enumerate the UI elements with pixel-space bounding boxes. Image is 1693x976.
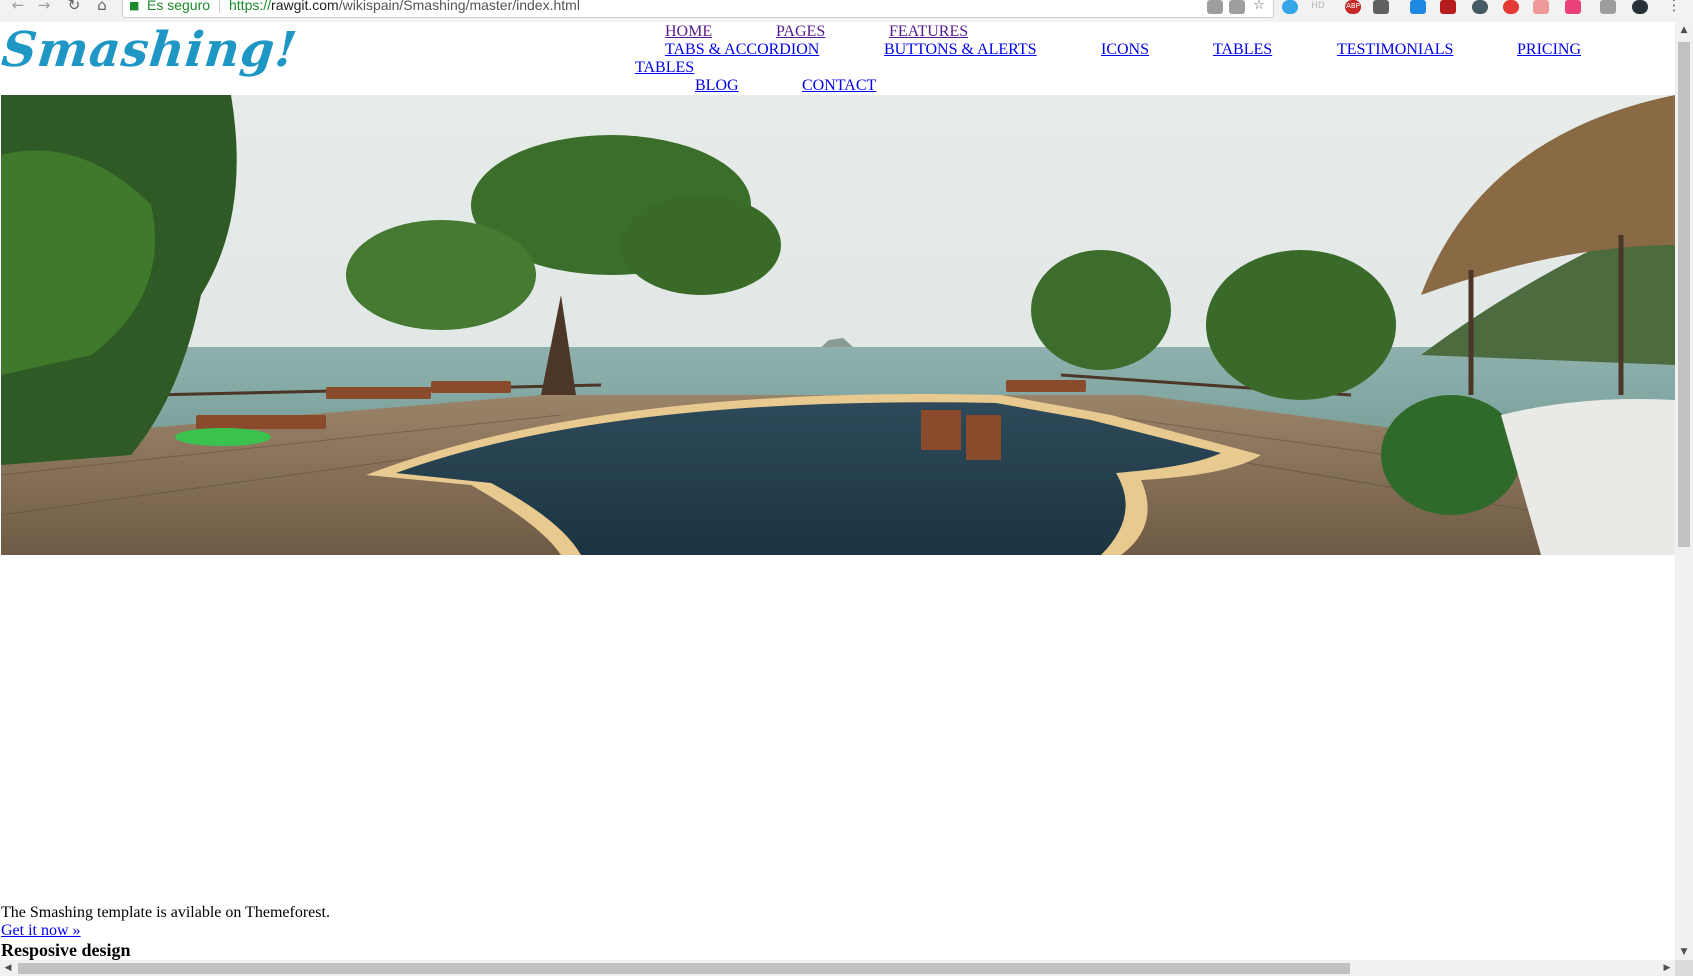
bookmark-star-icon[interactable]: ☆ bbox=[1251, 0, 1267, 14]
nav-tabs-accordion[interactable]: TABS & ACCORDION bbox=[665, 41, 819, 59]
scrollbar-corner bbox=[1675, 960, 1693, 976]
nav-pricing[interactable]: PRICING bbox=[1517, 41, 1581, 59]
lock-icon: ■ bbox=[129, 0, 140, 12]
main-nav: HOME PAGES FEATURES TABS & ACCORDION BUT… bbox=[0, 22, 1675, 94]
secure-label: Es seguro bbox=[147, 0, 211, 13]
url-text[interactable]: https://rawgit.com/wikispain/Smashing/ma… bbox=[229, 0, 580, 12]
nav-icons[interactable]: ICONS bbox=[1101, 41, 1149, 59]
extension-gradient-icon[interactable] bbox=[1565, 0, 1581, 14]
nav-tables[interactable]: TABLES bbox=[1213, 41, 1272, 59]
scroll-left-icon[interactable]: ◀ bbox=[0, 960, 16, 976]
vertical-scroll-thumb[interactable] bbox=[1678, 42, 1690, 547]
extension-colorpick-icon[interactable] bbox=[1632, 0, 1648, 14]
address-divider bbox=[219, 0, 220, 13]
page-action-icon[interactable] bbox=[1229, 0, 1245, 14]
page-viewport: Smashing! HOME PAGES FEATURES TABS & ACC… bbox=[0, 22, 1675, 960]
nav-blog[interactable]: BLOG bbox=[695, 77, 739, 95]
extension-pdf-icon[interactable] bbox=[1440, 0, 1456, 14]
nav-testimonials[interactable]: TESTIMONIALS bbox=[1337, 41, 1453, 59]
scroll-down-icon[interactable]: ▼ bbox=[1675, 944, 1693, 960]
nav-contact[interactable]: CONTACT bbox=[802, 77, 876, 95]
home-icon[interactable]: ⌂ bbox=[92, 0, 112, 14]
scroll-right-icon[interactable]: ▶ bbox=[1659, 960, 1675, 976]
vertical-scrollbar[interactable]: ▲ ▼ bbox=[1675, 22, 1693, 960]
extension-v-icon[interactable] bbox=[1410, 0, 1426, 14]
get-it-now-link[interactable]: Get it now » bbox=[1, 922, 81, 940]
extension-abp-icon[interactable]: ABP bbox=[1345, 0, 1361, 14]
hero-pool-scene bbox=[1, 95, 1675, 555]
nav-buttons-alerts[interactable]: BUTTONS & ALERTS bbox=[884, 41, 1037, 59]
template-availability-text: The Smashing template is avilable on The… bbox=[1, 904, 330, 921]
translate-icon[interactable] bbox=[1207, 0, 1223, 14]
forward-icon[interactable]: → bbox=[34, 0, 54, 14]
reload-icon[interactable]: ↻ bbox=[64, 0, 84, 14]
url-path: /wikispain/Smashing/master/index.html bbox=[338, 0, 580, 13]
url-host: rawgit.com bbox=[271, 0, 339, 13]
nav-home[interactable]: HOME bbox=[665, 23, 712, 41]
back-icon[interactable]: ← bbox=[8, 0, 28, 14]
nav-pricing-tables[interactable]: TABLES bbox=[635, 59, 694, 77]
horizontal-scrollbar[interactable]: ◀ ▶ bbox=[0, 960, 1675, 976]
url-scheme: https:// bbox=[229, 0, 272, 13]
nav-features[interactable]: FEATURES bbox=[889, 23, 968, 41]
nav-pages[interactable]: PAGES bbox=[776, 23, 825, 41]
browser-toolbar: ← → ↻ ⌂ ■ Es seguro https://rawgit.com/w… bbox=[0, 0, 1693, 23]
horizontal-scroll-thumb[interactable] bbox=[18, 963, 1350, 974]
hero-image bbox=[1, 95, 1675, 555]
extension-pocket-icon[interactable] bbox=[1533, 0, 1549, 14]
scroll-up-icon[interactable]: ▲ bbox=[1675, 22, 1693, 38]
extension-camera-icon[interactable] bbox=[1600, 0, 1616, 14]
extension-opera-icon[interactable] bbox=[1503, 0, 1519, 14]
menu-kebab-icon[interactable]: ⋮ bbox=[1664, 0, 1684, 14]
extension-play-icon[interactable] bbox=[1282, 0, 1298, 14]
responsive-design-heading: Resposive design bbox=[1, 940, 131, 960]
extension-hd-icon[interactable]: HD bbox=[1310, 0, 1326, 14]
extension-q-icon[interactable] bbox=[1472, 0, 1488, 14]
address-bar[interactable]: ■ Es seguro https://rawgit.com/wikispain… bbox=[122, 0, 1274, 18]
extension-shield-icon[interactable] bbox=[1373, 0, 1389, 14]
